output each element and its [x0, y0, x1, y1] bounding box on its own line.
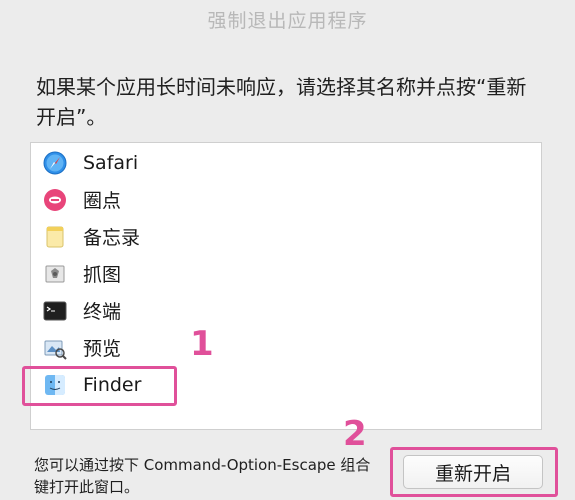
- app-name: 抓图: [83, 264, 122, 286]
- list-item-preview[interactable]: 预览: [31, 329, 541, 366]
- app-name: 预览: [83, 338, 122, 360]
- app-name: 终端: [83, 301, 122, 323]
- terminal-icon: [43, 299, 67, 323]
- relaunch-highlight-annotation: 重新开启: [390, 447, 558, 497]
- list-item-terminal[interactable]: 终端: [31, 292, 541, 329]
- notes-icon: [43, 225, 67, 249]
- app-name: 备忘录: [83, 227, 141, 249]
- list-item-skitch[interactable]: 圈点: [31, 181, 541, 218]
- app-name: Safari: [83, 151, 139, 174]
- window-title: 强制退出应用程序: [207, 10, 368, 32]
- skitch-icon: [43, 188, 67, 212]
- safari-icon: [43, 151, 67, 175]
- grab-icon: [43, 262, 67, 286]
- force-quit-window: 强制退出应用程序 如果某个应用长时间未响应，请选择其名称并点按“重新开启”。 S…: [0, 0, 575, 500]
- annotation-marker-2: 2: [343, 414, 367, 454]
- relaunch-button[interactable]: 重新开启: [403, 455, 543, 489]
- instruction-text: 如果某个应用长时间未响应，请选择其名称并点按“重新开启”。: [36, 75, 527, 129]
- list-item-grab[interactable]: 抓图: [31, 255, 541, 292]
- app-name: 圈点: [83, 190, 122, 212]
- shortcut-hint-text: 您可以通过按下 Command-Option-Escape 组合键打开此窗口。: [34, 456, 371, 496]
- list-item-notes[interactable]: 备忘录: [31, 218, 541, 255]
- annotation-marker-1: 1: [190, 324, 214, 364]
- list-item-safari[interactable]: Safari: [31, 144, 541, 181]
- finder-highlight-annotation: [22, 366, 177, 406]
- preview-icon: [43, 336, 67, 360]
